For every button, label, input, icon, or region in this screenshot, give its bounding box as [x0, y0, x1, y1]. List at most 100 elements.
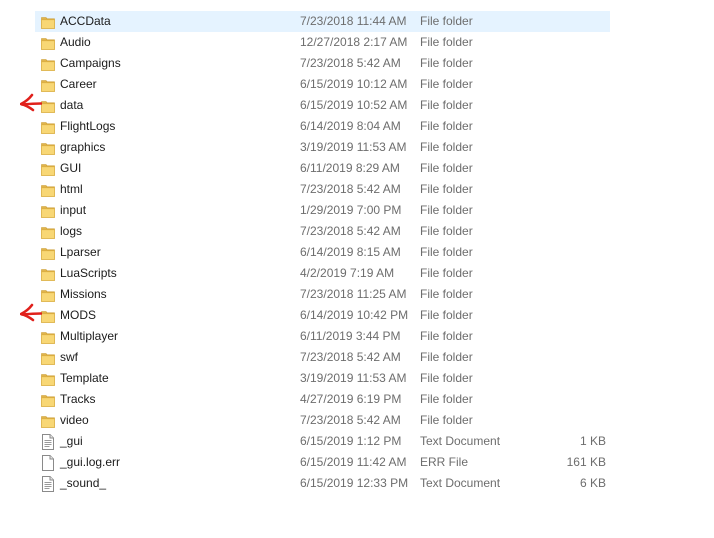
file-type: File folder: [420, 203, 473, 217]
red-arrow-annotation: [19, 93, 43, 117]
file-type: File folder: [420, 245, 473, 259]
file-type: File folder: [420, 392, 473, 406]
file-type: File folder: [420, 56, 473, 70]
file-type: Text Document: [420, 434, 501, 448]
date-modified: 7/23/2018 11:44 AM: [300, 14, 407, 28]
file-name: Tracks: [60, 392, 96, 406]
file-row-audio[interactable]: Audio 12/27/2018 2:17 AM File folder: [35, 32, 610, 53]
file-type: File folder: [420, 182, 473, 196]
red-arrow-annotation: [19, 303, 43, 327]
folder-icon: [41, 77, 55, 93]
file-name: html: [60, 182, 83, 196]
file-row-logs[interactable]: logs 7/23/2018 5:42 AM File folder: [35, 221, 610, 242]
file-type: Text Document: [420, 476, 501, 490]
file-row-video[interactable]: video 7/23/2018 5:42 AM File folder: [35, 410, 610, 431]
file-name: graphics: [60, 140, 106, 154]
folder-icon: [41, 371, 55, 387]
file-row-missions[interactable]: Missions 7/23/2018 11:25 AM File folder: [35, 284, 610, 305]
file-name: swf: [60, 350, 78, 364]
date-modified: 1/29/2019 7:00 PM: [300, 203, 402, 217]
file-row-html[interactable]: html 7/23/2018 5:42 AM File folder: [35, 179, 610, 200]
file-row-tracks[interactable]: Tracks 4/27/2019 6:19 PM File folder: [35, 389, 610, 410]
file-list: ACCData 7/23/2018 11:44 AM File folder Audi…: [35, 11, 610, 494]
date-modified: 6/11/2019 3:44 PM: [300, 329, 401, 343]
file-row-data[interactable]: data 6/15/2019 10:52 AM File folder: [35, 95, 610, 116]
file-type: File folder: [420, 14, 473, 28]
date-modified: 7/23/2018 5:42 AM: [300, 224, 401, 238]
file-row-campaigns[interactable]: Campaigns 7/23/2018 5:42 AM File folder: [35, 53, 610, 74]
folder-icon: [41, 329, 55, 345]
date-modified: 7/23/2018 11:25 AM: [300, 287, 407, 301]
file-name: GUI: [60, 161, 82, 175]
file-name: Campaigns: [60, 56, 121, 70]
folder-icon: [41, 56, 55, 72]
file-name: Lparser: [60, 245, 101, 259]
file-name: video: [60, 413, 89, 427]
date-modified: 7/23/2018 5:42 AM: [300, 350, 401, 364]
file-row-sound[interactable]: _sound_ 6/15/2019 12:33 PM Text Document 6 …: [35, 473, 610, 494]
file-row-luascripts[interactable]: LuaScripts 4/2/2019 7:19 AM File folder: [35, 263, 610, 284]
file-row-career[interactable]: Career 6/15/2019 10:12 AM File folder: [35, 74, 610, 95]
file-row-gui[interactable]: _gui 6/15/2019 1:12 PM Text Document 1 KB: [35, 431, 610, 452]
file-name: LuaScripts: [60, 266, 117, 280]
file-type: File folder: [420, 140, 473, 154]
file-type: File folder: [420, 266, 473, 280]
file-name: Audio: [60, 35, 91, 49]
file-type: File folder: [420, 224, 473, 238]
file-type: File folder: [420, 35, 473, 49]
file-name: Multiplayer: [60, 329, 119, 343]
file-icon: [41, 455, 55, 471]
file-row-lparser[interactable]: Lparser 6/14/2019 8:15 AM File folder: [35, 242, 610, 263]
file-type: File folder: [420, 77, 473, 91]
file-size: 6 KB: [579, 476, 606, 490]
date-modified: 6/14/2019 8:04 AM: [300, 119, 401, 133]
folder-icon: [41, 350, 55, 366]
folder-icon: [41, 413, 55, 429]
folder-icon: [41, 161, 55, 177]
date-modified: 4/2/2019 7:19 AM: [300, 266, 395, 280]
file-row-mods[interactable]: MODS 6/14/2019 10:42 PM File folder: [35, 305, 610, 326]
file-name: data: [60, 98, 84, 112]
folder-icon: [41, 245, 55, 261]
folder-icon: [41, 14, 55, 30]
date-modified: 6/15/2019 10:12 AM: [300, 77, 408, 91]
file-size: 1 KB: [579, 434, 606, 448]
folder-icon: [41, 98, 55, 114]
date-modified: 7/23/2018 5:42 AM: [300, 182, 401, 196]
file-row-accdata[interactable]: ACCData 7/23/2018 11:44 AM File folder: [35, 11, 610, 32]
date-modified: 6/15/2019 1:12 PM: [300, 434, 402, 448]
date-modified: 6/15/2019 10:52 AM: [300, 98, 408, 112]
folder-icon: [41, 182, 55, 198]
file-row-graphics[interactable]: graphics 3/19/2019 11:53 AM File folder: [35, 137, 610, 158]
file-row-multiplayer[interactable]: Multiplayer 6/11/2019 3:44 PM File folder: [35, 326, 610, 347]
file-size: 161 KB: [566, 455, 606, 469]
file-name: Template: [60, 371, 109, 385]
file-name: MODS: [60, 308, 96, 322]
file-name: Career: [60, 77, 97, 91]
date-modified: 3/19/2019 11:53 AM: [300, 371, 407, 385]
date-modified: 7/23/2018 5:42 AM: [300, 56, 401, 70]
file-name: FlightLogs: [60, 119, 116, 133]
file-type: ERR File: [420, 455, 469, 469]
folder-icon: [41, 35, 55, 51]
file-type: File folder: [420, 308, 473, 322]
file-row-swf[interactable]: swf 7/23/2018 5:42 AM File folder: [35, 347, 610, 368]
file-type: File folder: [420, 119, 473, 133]
date-modified: 6/14/2019 8:15 AM: [300, 245, 401, 259]
file-row-template[interactable]: Template 3/19/2019 11:53 AM File folder: [35, 368, 610, 389]
date-modified: 3/19/2019 11:53 AM: [300, 140, 407, 154]
date-modified: 4/27/2019 6:19 PM: [300, 392, 402, 406]
text-document-icon: [41, 476, 55, 492]
file-type: File folder: [420, 161, 473, 175]
file-row-input[interactable]: input 1/29/2019 7:00 PM File folder: [35, 200, 610, 221]
file-type: File folder: [420, 350, 473, 364]
file-row-gui-log-err[interactable]: _gui.log.err 6/15/2019 11:42 AM ERR File 16…: [35, 452, 610, 473]
text-document-icon: [41, 434, 55, 450]
folder-icon: [41, 308, 55, 324]
file-name: Missions: [60, 287, 107, 301]
folder-icon: [41, 266, 55, 282]
file-row-flightlogs[interactable]: FlightLogs 6/14/2019 8:04 AM File folder: [35, 116, 610, 137]
file-name: input: [60, 203, 87, 217]
date-modified: 7/23/2018 5:42 AM: [300, 413, 401, 427]
file-row-gui[interactable]: GUI 6/11/2019 8:29 AM File folder: [35, 158, 610, 179]
